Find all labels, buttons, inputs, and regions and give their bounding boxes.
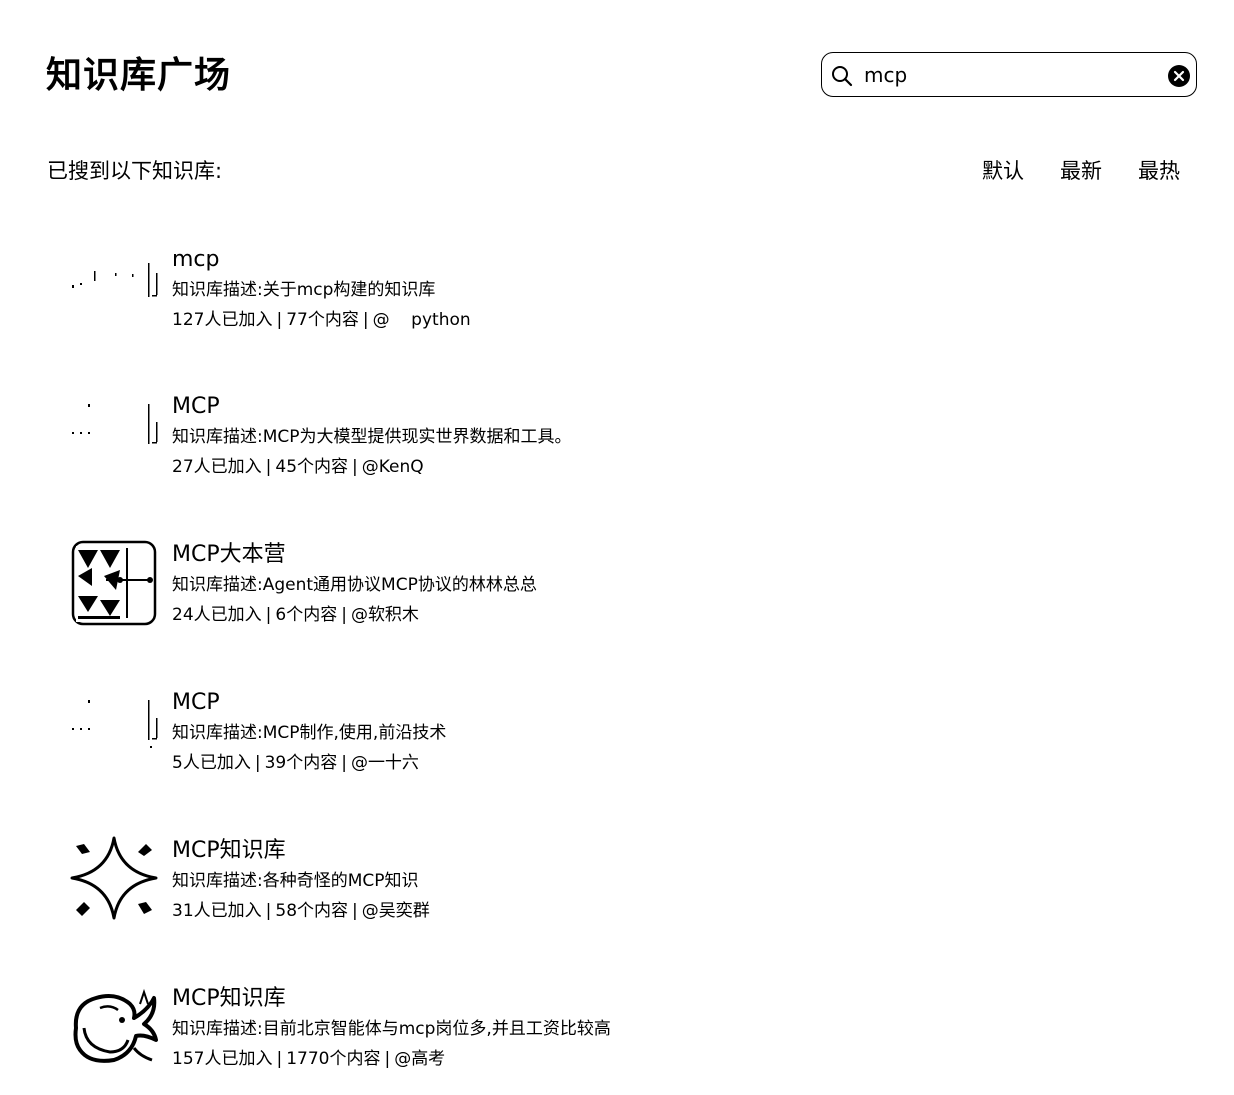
kb-contents: 1770个内容 [286, 1049, 381, 1069]
kb-meta: 5人已加入 | 39个内容 | @一十六 [172, 750, 419, 776]
kb-meta: 27人已加入 | 45个内容 | @KenQ [172, 454, 424, 480]
sort-tab-default[interactable]: 默认 [982, 156, 1024, 186]
kb-contents: 39个内容 [264, 753, 338, 773]
meta-separator: | [265, 605, 272, 625]
network-logo-icon [71, 540, 157, 626]
kb-members: 24人已加入 [172, 605, 262, 625]
kb-name: MCP大本营 [172, 542, 286, 567]
meta-separator: | [362, 310, 369, 330]
broken-image-icon [72, 404, 158, 444]
kb-contents: 6个内容 [275, 605, 338, 625]
kb-list-item[interactable]: MCP知识库 知识库描述:目前北京智能体与mcp岗位多,并且工资比较高 157人… [70, 984, 770, 1074]
kb-description: 知识库描述:关于mcp构建的知识库 [172, 280, 436, 300]
page-title: 知识库广场 [46, 55, 232, 96]
kb-author[interactable]: @软积木 [351, 605, 419, 625]
kb-author[interactable]: @ python [373, 310, 471, 330]
meta-separator: | [265, 901, 272, 921]
meta-separator: | [276, 310, 283, 330]
kb-description: 知识库描述:各种奇怪的MCP知识 [172, 871, 419, 891]
kb-name: mcp [172, 247, 220, 272]
meta-separator: | [276, 1049, 283, 1069]
kb-meta: 157人已加入 | 1770个内容 | @高考 [172, 1046, 445, 1072]
kb-description: 知识库描述:MCP为大模型提供现实世界数据和工具。 [172, 427, 572, 447]
kb-list-item[interactable]: MCP 知识库描述:MCP为大模型提供现实世界数据和工具。 27人已加入 | 45个… [70, 392, 770, 482]
meta-separator: | [265, 457, 272, 477]
broken-image-icon [72, 263, 158, 297]
kb-author[interactable]: @KenQ [362, 457, 424, 477]
kb-list-item[interactable]: MCP 知识库描述:MCP制作,使用,前沿技术 5人已加入 | 39个内容 | @一十六 [70, 688, 770, 778]
kb-meta: 31人已加入 | 58个内容 | @吴奕群 [172, 898, 430, 924]
kb-list-item[interactable]: MCP大本营 知识库描述:Agent通用协议MCP协议的林林总总 24人已加入 |… [70, 540, 770, 630]
kb-name: MCP知识库 [172, 838, 286, 863]
sort-tab-newest[interactable]: 最新 [1060, 156, 1102, 186]
clear-icon[interactable] [1167, 64, 1191, 88]
kb-contents: 45个内容 [275, 457, 349, 477]
whale-logo-icon [73, 988, 158, 1063]
kb-author[interactable]: @吴奕群 [362, 901, 430, 921]
meta-separator: | [341, 753, 347, 773]
results-label: 已搜到以下知识库: [47, 159, 223, 183]
meta-separator: | [384, 1049, 391, 1069]
kb-members: 5人已加入 [172, 753, 251, 773]
kb-contents: 77个内容 [286, 310, 359, 330]
kb-contents: 58个内容 [275, 901, 349, 921]
kb-meta: 24人已加入 | 6个内容 | @软积木 [172, 602, 419, 628]
broken-image-icon [72, 700, 158, 748]
kb-members: 31人已加入 [172, 901, 262, 921]
kb-author[interactable]: @一十六 [351, 753, 419, 773]
kb-name: MCP知识库 [172, 986, 286, 1011]
kb-name: MCP [172, 394, 220, 419]
kb-description: 知识库描述:目前北京智能体与mcp岗位多,并且工资比较高 [172, 1019, 611, 1039]
kb-meta: 127人已加入 | 77个内容 | @ python [172, 307, 471, 333]
search-input[interactable] [864, 61, 1154, 89]
kb-description: 知识库描述:MCP制作,使用,前沿技术 [172, 723, 447, 743]
meta-separator: | [254, 753, 261, 773]
sparkle-star-icon [70, 836, 158, 920]
kb-members: 127人已加入 [172, 310, 273, 330]
knowledge-plaza-page: 知识库广场 已搜到以下知识库: 默认 最新 最热 mcp 知 [0, 0, 1234, 1095]
kb-name: MCP [172, 690, 220, 715]
search-box[interactable] [821, 52, 1197, 97]
meta-separator: | [341, 605, 347, 625]
meta-separator: | [352, 901, 358, 921]
kb-author[interactable]: @高考 [394, 1049, 445, 1069]
search-icon [832, 66, 853, 87]
kb-members: 27人已加入 [172, 457, 262, 477]
kb-list-item[interactable]: MCP知识库 知识库描述:各种奇怪的MCP知识 31人已加入 | 58个内容 | @吴奕… [70, 836, 770, 926]
kb-list-item[interactable]: mcp 知识库描述:关于mcp构建的知识库 127人已加入 | 77个内容 | @ py… [70, 245, 770, 335]
sort-tab-hottest[interactable]: 最热 [1138, 156, 1180, 186]
kb-members: 157人已加入 [172, 1049, 273, 1069]
meta-separator: | [352, 457, 358, 477]
kb-description: 知识库描述:Agent通用协议MCP协议的林林总总 [172, 575, 537, 595]
sort-tabs: 默认 最新 最热 [982, 156, 1192, 186]
